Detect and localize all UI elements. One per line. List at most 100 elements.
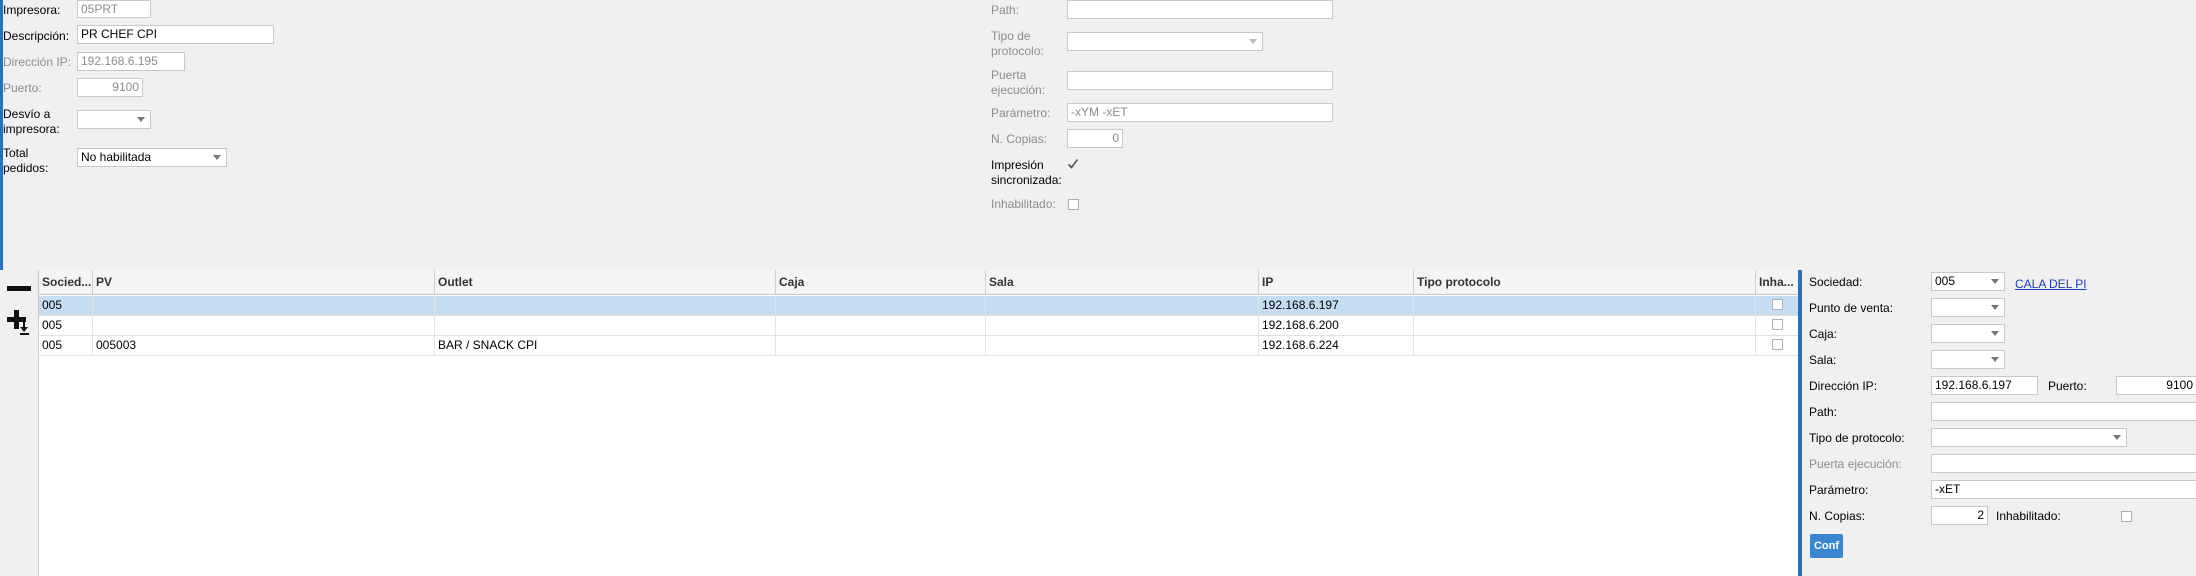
- table-row[interactable]: 005 005003 BAR / SNACK CPI 192.168.6.224: [39, 336, 1799, 356]
- column-header-pv[interactable]: PV: [93, 270, 435, 294]
- cell-sala: [986, 336, 1259, 355]
- chevron-down-icon: [1991, 357, 1999, 362]
- tipo-protocolo-label-line1: Tipo de: [991, 29, 1031, 43]
- detail-inhabilitado-label: Inhabilitado:: [1996, 509, 2061, 523]
- add-row-button[interactable]: [7, 310, 33, 336]
- cell-pv: [93, 316, 435, 335]
- plus-download-icon: [7, 310, 29, 335]
- inhabilitado-checkbox[interactable]: [1068, 199, 1079, 210]
- cell-caja: [776, 296, 986, 315]
- detail-parametro-field[interactable]: -xET: [1931, 480, 2196, 499]
- puerta-ejecucion-field[interactable]: [1067, 71, 1333, 90]
- impresora-field[interactable]: 05PRT: [77, 0, 151, 18]
- chevron-down-icon: [1991, 279, 1999, 284]
- detail-puerta-label: Puerta ejecución:: [1809, 457, 1902, 471]
- impresion-sincronizada-checkbox[interactable]: [1067, 158, 1079, 170]
- cell-inhabilitado: [1756, 296, 1799, 315]
- column-header-inhabilitado[interactable]: Inha...: [1756, 270, 1799, 294]
- descripcion-label: Descripción:: [3, 29, 70, 43]
- total-label-line2: pedidos:: [3, 161, 49, 175]
- detail-puerto-field[interactable]: 9100: [2116, 376, 2196, 395]
- detail-direccion-ip-field[interactable]: 192.168.6.197: [1931, 376, 2038, 395]
- cell-sala: [986, 296, 1259, 315]
- direccion-ip-field[interactable]: 192.168.6.195: [77, 52, 185, 71]
- detail-sociedad-label: Sociedad:: [1809, 275, 1863, 289]
- remove-row-button[interactable]: [7, 282, 31, 296]
- row-inhabilitado-checkbox[interactable]: [1772, 319, 1783, 330]
- grid-toolbar: [0, 270, 38, 576]
- cell-tipo-protocolo: [1414, 296, 1756, 315]
- impresion-label-line2: sincronizada:: [991, 173, 1062, 187]
- table-row[interactable]: 005 192.168.6.197: [39, 296, 1799, 316]
- cell-ip: 192.168.6.200: [1259, 316, 1414, 335]
- chevron-down-icon: [213, 155, 221, 160]
- chevron-down-icon: [1991, 305, 1999, 310]
- cell-sala: [986, 316, 1259, 335]
- detail-copias-field[interactable]: 2: [1931, 506, 1988, 525]
- direccion-ip-label: Dirección IP:: [3, 55, 72, 69]
- sociedad-name-link[interactable]: CALA DEL PI: [2015, 277, 2087, 292]
- tipo-protocolo-label-line2: protocolo:: [991, 44, 1044, 58]
- panel-splitter[interactable]: [1798, 270, 1802, 576]
- detail-parametro-label: Parámetro:: [1809, 483, 1869, 497]
- tipo-protocolo-select[interactable]: [1067, 32, 1263, 51]
- total-label-line1: Total: [3, 146, 29, 160]
- descripcion-field[interactable]: PR CHEF CPI: [77, 25, 274, 44]
- detail-punto-venta-select[interactable]: [1931, 298, 2005, 317]
- detail-punto-venta-label: Punto de venta:: [1809, 301, 1894, 315]
- column-header-sociedad[interactable]: Socied...: [39, 270, 93, 294]
- total-pedidos-value: No habilitada: [81, 150, 152, 164]
- chevron-down-icon: [137, 117, 145, 122]
- puerta-label-line2: ejecución:: [991, 83, 1046, 97]
- cell-caja: [776, 336, 986, 355]
- detail-direccion-ip-label: Dirección IP:: [1809, 379, 1878, 393]
- minus-icon: [7, 286, 31, 291]
- desvio-select[interactable]: [77, 110, 151, 129]
- detail-tipo-protocolo-label: Tipo de protocolo:: [1809, 431, 1905, 445]
- printers-grid: Socied... PV Outlet Caja Sala IP Tipo pr…: [38, 270, 1799, 576]
- column-header-caja[interactable]: Caja: [776, 270, 986, 294]
- detail-sala-select[interactable]: [1931, 350, 2005, 369]
- parametro-label: Parámetro:: [991, 106, 1051, 120]
- row-inhabilitado-checkbox[interactable]: [1772, 339, 1783, 350]
- detail-caja-select[interactable]: [1931, 324, 2005, 343]
- column-header-tipo-protocolo[interactable]: Tipo protocolo: [1414, 270, 1756, 294]
- detail-sala-label: Sala:: [1809, 353, 1837, 367]
- impresion-label-line1: Impresión: [991, 158, 1044, 172]
- puerto-label: Puerto:: [3, 81, 42, 95]
- detail-sociedad-value: 005: [1935, 274, 1956, 288]
- detail-tipo-protocolo-select[interactable]: [1931, 428, 2127, 447]
- cell-tipo-protocolo: [1414, 336, 1756, 355]
- copias-field[interactable]: 0: [1067, 129, 1123, 148]
- column-header-outlet[interactable]: Outlet: [435, 270, 776, 294]
- inhabilitado-label: Inhabilitado:: [991, 197, 1056, 211]
- chevron-down-icon: [1991, 331, 1999, 336]
- detail-copias-label: N. Copias:: [1809, 509, 1866, 523]
- detail-inhabilitado-checkbox[interactable]: [2121, 511, 2132, 522]
- detail-sociedad-select[interactable]: 005: [1931, 272, 2005, 291]
- column-header-sala[interactable]: Sala: [986, 270, 1259, 294]
- confirm-button[interactable]: Conf: [1810, 534, 1843, 558]
- detail-path-field[interactable]: [1931, 402, 2196, 421]
- detail-path-label: Path:: [1809, 405, 1838, 419]
- grid-header: Socied... PV Outlet Caja Sala IP Tipo pr…: [39, 270, 1799, 295]
- table-row[interactable]: 005 192.168.6.200: [39, 316, 1799, 336]
- detail-puerto-label: Puerto:: [2048, 379, 2087, 393]
- detail-caja-label: Caja:: [1809, 327, 1838, 341]
- row-inhabilitado-checkbox[interactable]: [1772, 299, 1783, 310]
- cell-caja: [776, 316, 986, 335]
- desvio-label-line1: Desvío a: [3, 107, 51, 121]
- checkmark-icon: [1067, 159, 1079, 169]
- column-header-ip[interactable]: IP: [1259, 270, 1414, 294]
- cell-ip: 192.168.6.197: [1259, 296, 1414, 315]
- cell-pv: 005003: [93, 336, 435, 355]
- puerto-field[interactable]: 9100: [77, 78, 143, 97]
- cell-sociedad: 005: [39, 336, 93, 355]
- cell-outlet: [435, 316, 776, 335]
- total-pedidos-select[interactable]: No habilitada: [77, 148, 227, 167]
- path-field[interactable]: [1067, 0, 1333, 19]
- path-label: Path:: [991, 3, 1020, 17]
- parametro-field[interactable]: -xYM -xET: [1067, 103, 1333, 122]
- cell-tipo-protocolo: [1414, 316, 1756, 335]
- detail-puerta-field[interactable]: [1931, 454, 2196, 473]
